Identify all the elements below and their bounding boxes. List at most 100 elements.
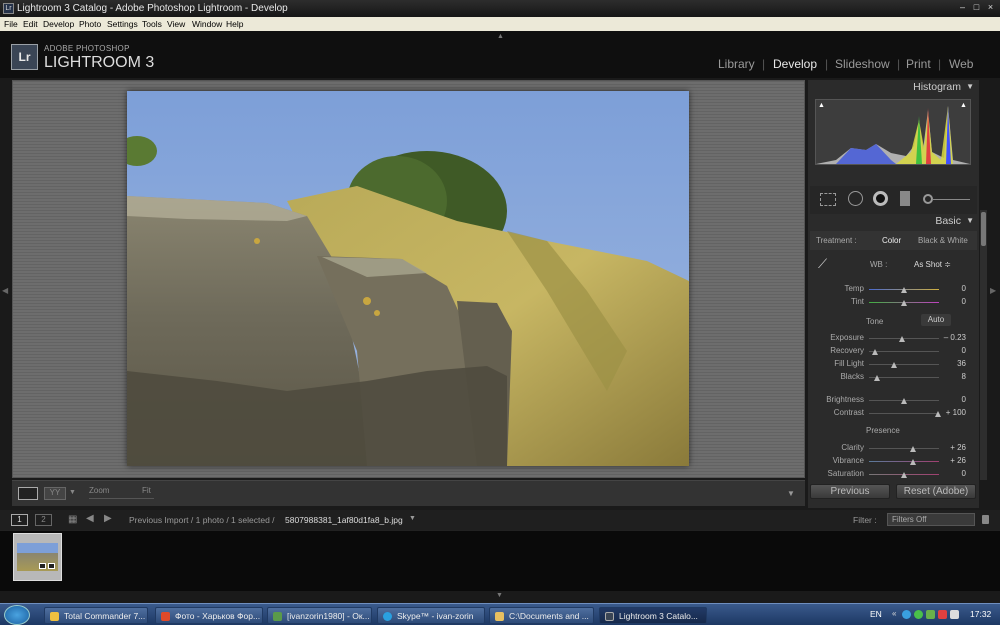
- spot-removal-icon[interactable]: [848, 191, 863, 206]
- menu-help[interactable]: Help: [226, 19, 243, 29]
- collapse-bottom-icon[interactable]: ▼: [496, 592, 503, 599]
- window-1-button[interactable]: 1: [11, 514, 28, 526]
- photo-preview[interactable]: [127, 91, 689, 466]
- task-explorer[interactable]: C:\Documents and ...: [489, 607, 594, 624]
- tray-network-icon[interactable]: [914, 610, 923, 619]
- slider-thumb[interactable]: [874, 375, 881, 381]
- window-2-button[interactable]: 2: [35, 514, 52, 526]
- slider-thumb[interactable]: [871, 349, 878, 355]
- slider-thumb[interactable]: [901, 300, 907, 306]
- shadow-clipping-icon[interactable]: ▲: [818, 102, 825, 109]
- slider-track[interactable]: [869, 413, 939, 414]
- filter-select[interactable]: Filters Off: [887, 513, 975, 526]
- slider-thumb[interactable]: [901, 287, 907, 293]
- treatment-bw[interactable]: Black & White: [918, 236, 968, 245]
- slider-thumb[interactable]: [910, 459, 917, 465]
- before-after-icon[interactable]: YY: [44, 487, 66, 500]
- module-print[interactable]: Print: [906, 57, 931, 71]
- panel-scrollbar[interactable]: [980, 210, 987, 480]
- menu-develop[interactable]: Develop: [43, 19, 74, 29]
- tray-heart-icon[interactable]: [938, 610, 947, 619]
- slider-track[interactable]: [869, 461, 939, 462]
- clock[interactable]: 17:32: [970, 609, 991, 619]
- slider-value[interactable]: 36: [938, 359, 966, 368]
- slider-thumb[interactable]: [901, 472, 907, 478]
- module-slideshow[interactable]: Slideshow: [835, 57, 890, 71]
- collapse-icon[interactable]: ▼: [966, 216, 974, 225]
- scrollbar-thumb[interactable]: [981, 212, 986, 246]
- slider-value[interactable]: + 26: [938, 443, 966, 452]
- slider-value[interactable]: 0: [938, 297, 966, 306]
- slider-value[interactable]: + 100: [938, 408, 966, 417]
- auto-tone-button[interactable]: Auto: [921, 314, 951, 326]
- slider-value[interactable]: – 0.23: [938, 333, 966, 342]
- start-button[interactable]: [4, 605, 30, 625]
- collapse-right-icon[interactable]: ▶: [990, 286, 996, 295]
- tray-expand-icon[interactable]: «: [892, 609, 896, 618]
- menu-settings[interactable]: Settings: [107, 19, 138, 29]
- slider-thumb[interactable]: [891, 362, 898, 368]
- highlight-clipping-icon[interactable]: ▲: [960, 102, 967, 109]
- histogram-header[interactable]: Histogram ▼: [808, 80, 979, 95]
- previous-button[interactable]: Previous: [810, 484, 890, 499]
- slider-label: Blacks: [840, 372, 864, 381]
- module-web[interactable]: Web: [949, 57, 973, 71]
- graduated-filter-icon[interactable]: [900, 191, 910, 206]
- collapse-top-icon[interactable]: ▲: [497, 33, 504, 40]
- task-browser[interactable]: Фото - Харьков Фор...: [155, 607, 263, 624]
- menu-edit[interactable]: Edit: [23, 19, 38, 29]
- menu-view[interactable]: View: [167, 19, 185, 29]
- slider-track[interactable]: [869, 448, 939, 449]
- maximize-icon[interactable]: □: [972, 3, 981, 12]
- tray-icon[interactable]: [926, 610, 935, 619]
- zoom-slider[interactable]: [89, 498, 154, 499]
- back-arrow-icon[interactable]: ◀: [86, 513, 94, 524]
- basic-header[interactable]: Basic ▼: [808, 214, 979, 229]
- filmstrip-path[interactable]: Previous Import / 1 photo / 1 selected /: [129, 515, 275, 525]
- close-icon[interactable]: ×: [986, 3, 995, 12]
- slider-value[interactable]: 0: [938, 469, 966, 478]
- task-lightroom[interactable]: Lightroom 3 Catalo...: [599, 607, 707, 624]
- slider-value[interactable]: + 26: [938, 456, 966, 465]
- thumbnail-cell[interactable]: [13, 533, 62, 581]
- slider-track[interactable]: [869, 364, 939, 365]
- expand-left-icon[interactable]: ◀: [2, 286, 8, 295]
- eyedropper-icon[interactable]: ⟋: [818, 256, 832, 274]
- module-develop[interactable]: Develop: [773, 57, 817, 71]
- menu-tools[interactable]: Tools: [142, 19, 162, 29]
- tray-volume-icon[interactable]: [950, 610, 959, 619]
- menu-window[interactable]: Window: [192, 19, 222, 29]
- reset-button[interactable]: Reset (Adobe): [896, 484, 976, 499]
- menu-photo[interactable]: Photo: [79, 19, 101, 29]
- slider-value[interactable]: 0: [938, 284, 966, 293]
- red-eye-icon[interactable]: [873, 191, 888, 206]
- slider-track[interactable]: [869, 351, 939, 352]
- loupe-view-icon[interactable]: [18, 487, 38, 500]
- slider-thumb[interactable]: [901, 398, 907, 404]
- toolbar-menu-icon[interactable]: ▼: [787, 489, 795, 498]
- treatment-color[interactable]: Color: [882, 236, 901, 245]
- slider-value[interactable]: 8: [938, 372, 966, 381]
- wb-select[interactable]: As Shot ≑: [914, 260, 951, 269]
- menu-file[interactable]: File: [4, 19, 18, 29]
- language-indicator[interactable]: EN: [870, 609, 882, 619]
- slider-thumb[interactable]: [910, 446, 917, 452]
- brush-slider[interactable]: [932, 199, 970, 200]
- minimize-icon[interactable]: –: [958, 3, 967, 12]
- lock-icon[interactable]: [982, 515, 989, 524]
- task-total-commander[interactable]: Total Commander 7...: [44, 607, 148, 624]
- crop-icon[interactable]: [820, 193, 836, 206]
- grid-icon[interactable]: ▦: [68, 514, 77, 525]
- task-skype[interactable]: Skype™ - ivan-zorin: [377, 607, 485, 624]
- slider-value[interactable]: 0: [938, 395, 966, 404]
- module-library[interactable]: Library: [718, 57, 755, 71]
- filename-dropdown-icon[interactable]: ▼: [409, 515, 416, 522]
- slider-value[interactable]: 0: [938, 346, 966, 355]
- chevron-down-icon[interactable]: ▼: [69, 489, 76, 496]
- collapse-icon[interactable]: ▼: [966, 82, 974, 91]
- slider-thumb[interactable]: [898, 336, 905, 342]
- filmstrip-filename[interactable]: 5807988381_1af80d1fa8_b.jpg: [285, 515, 403, 525]
- forward-arrow-icon[interactable]: ▶: [104, 513, 112, 524]
- tray-skype-icon[interactable]: [902, 610, 911, 619]
- task-email[interactable]: [ivanzorin1980] - Ок...: [267, 607, 372, 624]
